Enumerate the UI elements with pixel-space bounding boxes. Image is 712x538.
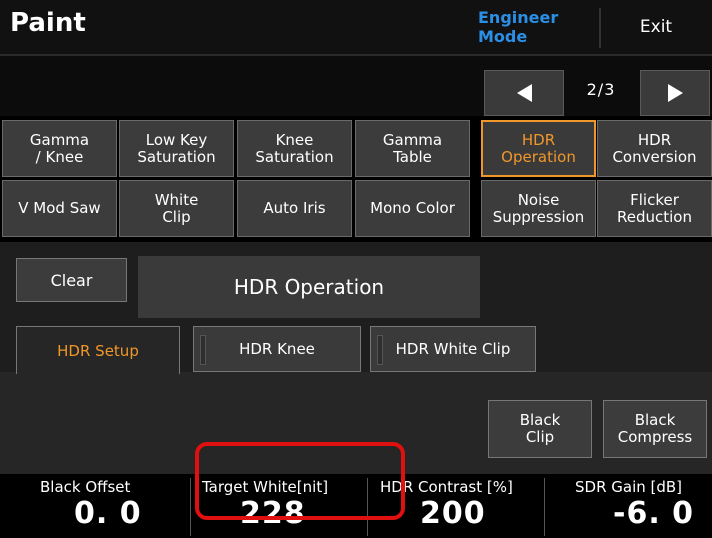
param-value: -6. 0 bbox=[613, 496, 695, 531]
tab-hdr-knee[interactable]: HDR Knee bbox=[193, 326, 361, 372]
flicker-reduction-button[interactable]: Flicker Reduction bbox=[597, 180, 712, 237]
noise-suppression-button[interactable]: Noise Suppression bbox=[481, 180, 596, 237]
gamma-table-button[interactable]: Gamma Table bbox=[355, 120, 470, 177]
section-title: HDR Operation bbox=[138, 256, 480, 318]
next-page-button[interactable] bbox=[640, 70, 710, 116]
auto-iris-button[interactable]: Auto Iris bbox=[237, 180, 352, 237]
page-title: Paint bbox=[10, 8, 86, 38]
hdr-operation-button[interactable]: HDR Operation bbox=[481, 120, 596, 177]
prev-page-button[interactable] bbox=[484, 70, 564, 116]
black-clip-button[interactable]: Black Clip bbox=[488, 400, 592, 458]
black-offset-param[interactable]: Black Offset 0. 0 bbox=[0, 474, 190, 538]
exit-button[interactable]: Exit bbox=[604, 6, 708, 48]
engineer-mode-label[interactable]: Engineer Mode bbox=[478, 8, 598, 46]
tab-hdr-white-clip[interactable]: HDR White Clip bbox=[370, 326, 536, 372]
param-value: 200 bbox=[420, 496, 486, 531]
header-bar: Paint Engineer Mode Exit bbox=[0, 0, 712, 56]
param-label: SDR Gain [dB] bbox=[575, 478, 683, 496]
param-label: Black Offset bbox=[40, 478, 131, 496]
mono-color-button[interactable]: Mono Color bbox=[355, 180, 470, 237]
black-compress-button[interactable]: Black Compress bbox=[603, 400, 707, 458]
triangle-left-icon bbox=[516, 84, 532, 102]
header-divider bbox=[599, 8, 601, 48]
tab-hdr-setup[interactable]: HDR Setup bbox=[16, 326, 180, 374]
page-indicator: 2/3 bbox=[586, 80, 616, 99]
v-mod-saw-button[interactable]: V Mod Saw bbox=[2, 180, 117, 237]
tab-label: HDR Setup bbox=[57, 341, 139, 360]
tab-label: HDR Knee bbox=[239, 340, 315, 358]
low-key-saturation-button[interactable]: Low Key Saturation bbox=[119, 120, 234, 177]
gamma-knee-button[interactable]: Gamma / Knee bbox=[2, 120, 117, 177]
highlight-annotation bbox=[195, 442, 405, 520]
function-grid: Gamma / Knee Low Key Saturation Knee Sat… bbox=[0, 118, 712, 240]
tab-indicator-icon bbox=[377, 335, 383, 365]
tab-label: HDR White Clip bbox=[395, 340, 511, 358]
white-clip-button[interactable]: White Clip bbox=[119, 180, 234, 237]
hdr-conversion-button[interactable]: HDR Conversion bbox=[597, 120, 712, 177]
paint-screen: Paint Engineer Mode Exit 2/3 Gamma / Kne… bbox=[0, 0, 712, 538]
tab-indicator-icon bbox=[200, 335, 206, 365]
knee-saturation-button[interactable]: Knee Saturation bbox=[237, 120, 352, 177]
sdr-gain-param[interactable]: SDR Gain [dB] -6. 0 bbox=[545, 474, 712, 538]
param-value: 0. 0 bbox=[74, 496, 142, 531]
clear-button[interactable]: Clear bbox=[16, 258, 127, 302]
triangle-right-icon bbox=[667, 84, 683, 102]
